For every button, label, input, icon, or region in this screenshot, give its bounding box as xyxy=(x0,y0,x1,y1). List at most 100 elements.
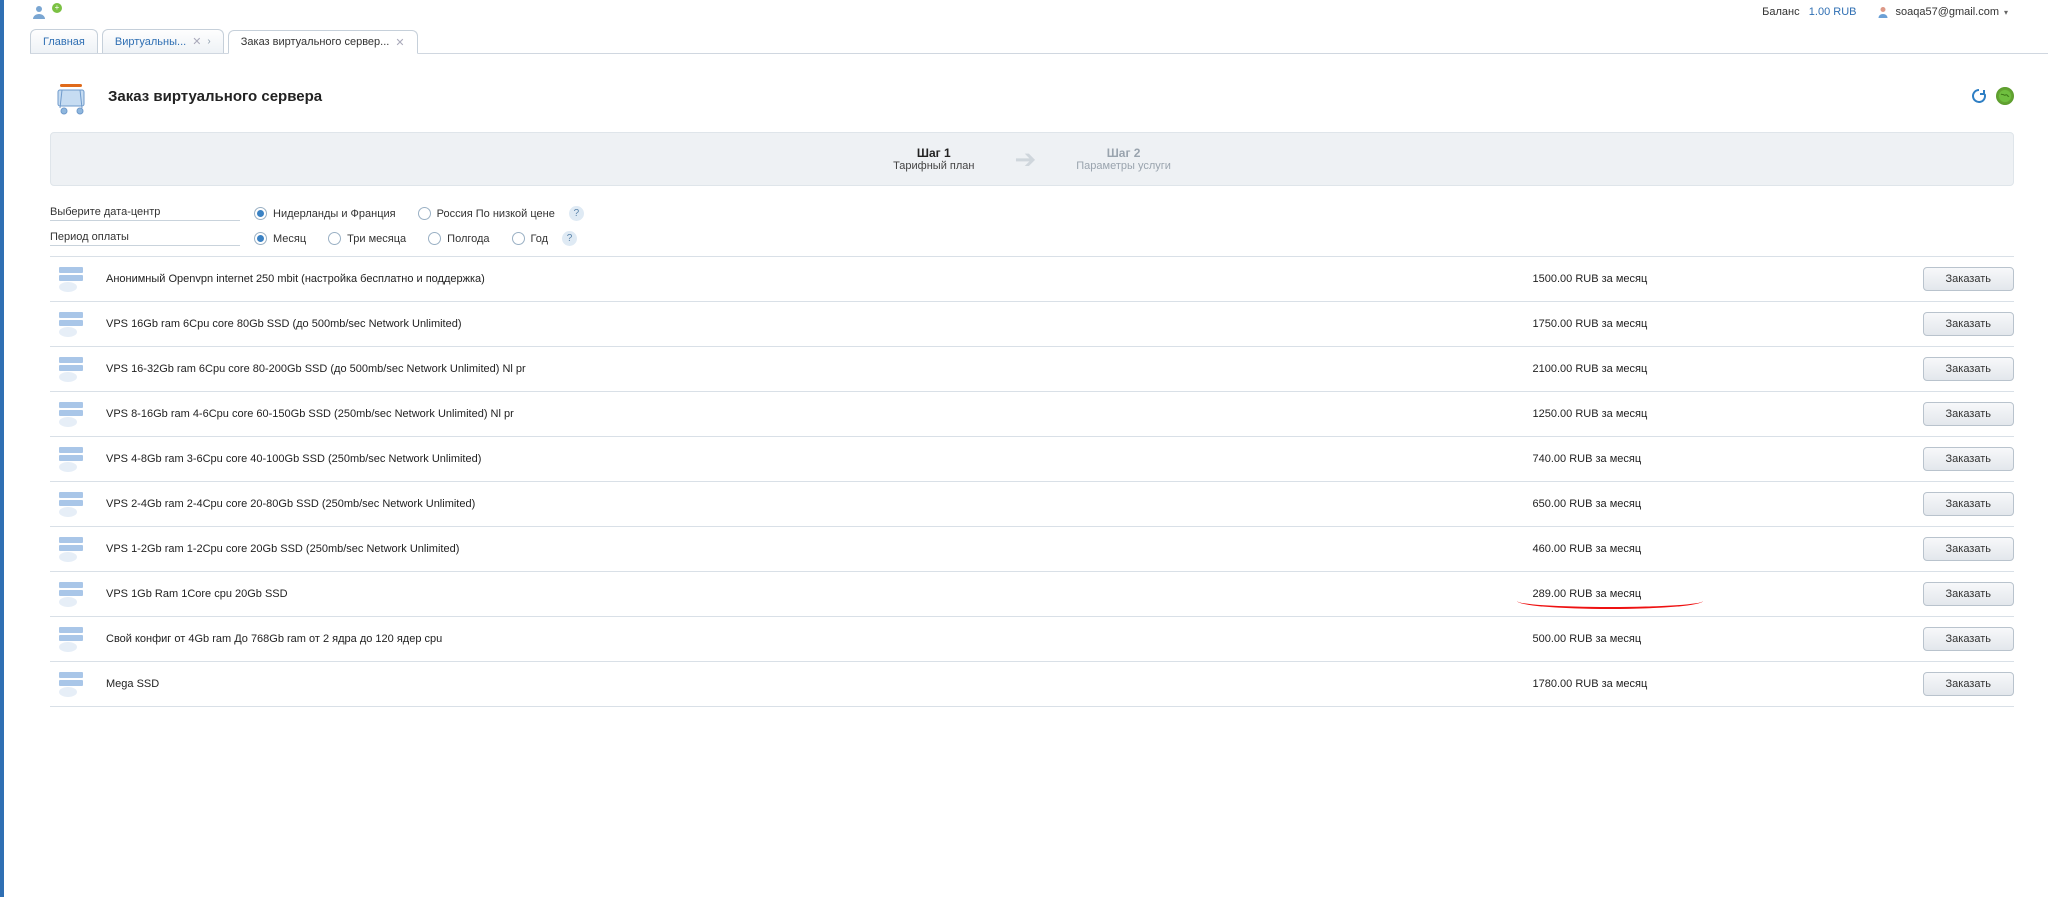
user-badge-icon[interactable] xyxy=(30,3,48,21)
step-1-subtitle: Тарифный план xyxy=(893,160,974,172)
order-button[interactable]: Заказать xyxy=(1923,582,2015,606)
tab-label: Виртуальны... xyxy=(115,36,186,48)
plan-row: VPS 8-16Gb ram 4-6Cpu core 60-150Gb SSD … xyxy=(50,392,2014,437)
datacenter-filter-row: Выберите дата-центр Нидерланды и Франция… xyxy=(50,206,2014,221)
tab-0[interactable]: Главная xyxy=(30,29,98,53)
add-user-badge-icon[interactable]: + xyxy=(52,3,62,13)
step-2: Шаг 2 Параметры услуги xyxy=(1076,146,1171,172)
step-1-title: Шаг 1 xyxy=(893,146,974,160)
plan-row: VPS 4-8Gb ram 3-6Cpu core 40-100Gb SSD (… xyxy=(50,437,2014,482)
tab-1[interactable]: Виртуальны... ✕ › xyxy=(102,29,224,53)
order-button[interactable]: Заказать xyxy=(1923,627,2015,651)
plan-name: VPS 16-32Gb ram 6Cpu core 80-200Gb SSD (… xyxy=(106,363,1533,375)
server-icon xyxy=(56,355,86,383)
order-button[interactable]: Заказать xyxy=(1923,447,2015,471)
radio-label: Россия По низкой цене xyxy=(437,208,555,220)
order-button[interactable]: Заказать xyxy=(1923,492,2015,516)
cart-icon xyxy=(50,74,94,118)
order-button[interactable]: Заказать xyxy=(1923,402,2015,426)
period-radio-group: Месяц Три месяца Полгода Год xyxy=(254,232,548,245)
order-button[interactable]: Заказать xyxy=(1923,267,2015,291)
plan-name: VPS 1Gb Ram 1Core cpu 20Gb SSD xyxy=(106,588,1533,600)
step-1: Шаг 1 Тарифный план xyxy=(893,146,974,172)
help-icon[interactable]: ? xyxy=(562,231,577,246)
plan-price: 500.00 RUB за месяц xyxy=(1533,633,1763,645)
balance-label: Баланс xyxy=(1762,6,1799,18)
order-button[interactable]: Заказать xyxy=(1923,537,2015,561)
plan-row: VPS 1-2Gb ram 1-2Cpu core 20Gb SSD (250m… xyxy=(50,527,2014,572)
caret-down-icon: ▾ xyxy=(2004,8,2008,17)
plan-list: Анонимный Openvpn internet 250 mbit (нас… xyxy=(50,256,2014,707)
tab-label: Заказ виртуального сервер... xyxy=(241,36,390,48)
datacenter-option-0[interactable]: Нидерланды и Франция xyxy=(254,207,396,220)
balance-value[interactable]: 1.00 RUB xyxy=(1809,6,1857,18)
user-menu[interactable]: soaqa57@gmail.com ▾ xyxy=(1876,5,2008,19)
plan-name: Mega SSD xyxy=(106,678,1533,690)
plan-name: VPS 2-4Gb ram 2-4Cpu core 20-80Gb SSD (2… xyxy=(106,498,1533,510)
datacenter-label: Выберите дата-центр xyxy=(50,206,240,221)
period-filter-row: Период оплаты МесяцТри месяцаПолгодаГод … xyxy=(50,231,2014,246)
step-2-title: Шаг 2 xyxy=(1076,146,1171,160)
radio-dot-icon xyxy=(328,232,341,245)
radio-label: Год xyxy=(531,233,549,245)
plan-price: 740.00 RUB за месяц xyxy=(1533,453,1763,465)
period-option-0[interactable]: Месяц xyxy=(254,232,306,245)
highlight-underline xyxy=(1517,599,1703,609)
user-email: soaqa57@gmail.com xyxy=(1895,6,1999,18)
radio-label: Месяц xyxy=(273,233,306,245)
radio-label: Полгода xyxy=(447,233,489,245)
tab-2[interactable]: Заказ виртуального сервер... ✕ xyxy=(228,30,418,54)
datacenter-radio-group: Нидерланды и Франция Россия По низкой цен… xyxy=(254,207,555,220)
period-option-3[interactable]: Год xyxy=(512,232,549,245)
plan-price: 1500.00 RUB за месяц xyxy=(1533,273,1763,285)
help-icon[interactable]: ? xyxy=(569,206,584,221)
plan-name: Свой конфиг от 4Gb ram До 768Gb ram от 2… xyxy=(106,633,1533,645)
refresh-button[interactable] xyxy=(1970,87,1988,105)
radio-dot-icon xyxy=(254,232,267,245)
plan-row: Свой конфиг от 4Gb ram До 768Gb ram от 2… xyxy=(50,617,2014,662)
period-label: Период оплаты xyxy=(50,231,240,246)
plan-name: VPS 4-8Gb ram 3-6Cpu core 40-100Gb SSD (… xyxy=(106,453,1533,465)
radio-dot-icon xyxy=(428,232,441,245)
plan-price: 2100.00 RUB за месяц xyxy=(1533,363,1763,375)
server-icon xyxy=(56,535,86,563)
tab-label: Главная xyxy=(43,36,85,48)
plan-row: VPS 2-4Gb ram 2-4Cpu core 20-80Gb SSD (2… xyxy=(50,482,2014,527)
user-avatar-icon xyxy=(1876,5,1890,19)
server-icon xyxy=(56,625,86,653)
radio-dot-icon xyxy=(418,207,431,220)
globe-icon[interactable] xyxy=(1996,87,2014,105)
radio-dot-icon xyxy=(512,232,525,245)
wizard-steps: Шаг 1 Тарифный план ➔ Шаг 2 Параметры ус… xyxy=(50,132,2014,186)
server-icon xyxy=(56,580,86,608)
order-button[interactable]: Заказать xyxy=(1923,357,2015,381)
server-icon xyxy=(56,310,86,338)
server-icon xyxy=(56,400,86,428)
radio-label: Три месяца xyxy=(347,233,406,245)
order-button[interactable]: Заказать xyxy=(1923,312,2015,336)
plan-price: 1750.00 RUB за месяц xyxy=(1533,318,1763,330)
order-button[interactable]: Заказать xyxy=(1923,672,2015,696)
left-blue-edge xyxy=(0,0,4,897)
plan-price: 289.00 RUB за месяц xyxy=(1533,588,1763,600)
close-icon[interactable]: ✕ xyxy=(192,35,201,48)
plan-row: Mega SSD1780.00 RUB за месяц Заказать xyxy=(50,662,2014,707)
plan-row: VPS 16Gb ram 6Cpu core 80Gb SSD (до 500m… xyxy=(50,302,2014,347)
datacenter-option-1[interactable]: Россия По низкой цене xyxy=(418,207,555,220)
period-option-1[interactable]: Три месяца xyxy=(328,232,406,245)
plan-name: VPS 8-16Gb ram 4-6Cpu core 60-150Gb SSD … xyxy=(106,408,1533,420)
plan-row: Анонимный Openvpn internet 250 mbit (нас… xyxy=(50,256,2014,302)
close-icon[interactable]: ✕ xyxy=(395,36,404,49)
chevron-right-icon: › xyxy=(207,36,210,47)
plan-price: 1780.00 RUB за месяц xyxy=(1533,678,1763,690)
server-icon xyxy=(56,670,86,698)
step-arrow-icon: ➔ xyxy=(1014,144,1036,175)
plan-name: VPS 16Gb ram 6Cpu core 80Gb SSD (до 500m… xyxy=(106,318,1533,330)
radio-label: Нидерланды и Франция xyxy=(273,208,396,220)
period-option-2[interactable]: Полгода xyxy=(428,232,489,245)
server-icon xyxy=(56,445,86,473)
plan-row: VPS 16-32Gb ram 6Cpu core 80-200Gb SSD (… xyxy=(50,347,2014,392)
server-icon xyxy=(56,490,86,518)
radio-dot-icon xyxy=(254,207,267,220)
tab-bar: Главная Виртуальны... ✕ › Заказ виртуального… xyxy=(30,28,2048,54)
